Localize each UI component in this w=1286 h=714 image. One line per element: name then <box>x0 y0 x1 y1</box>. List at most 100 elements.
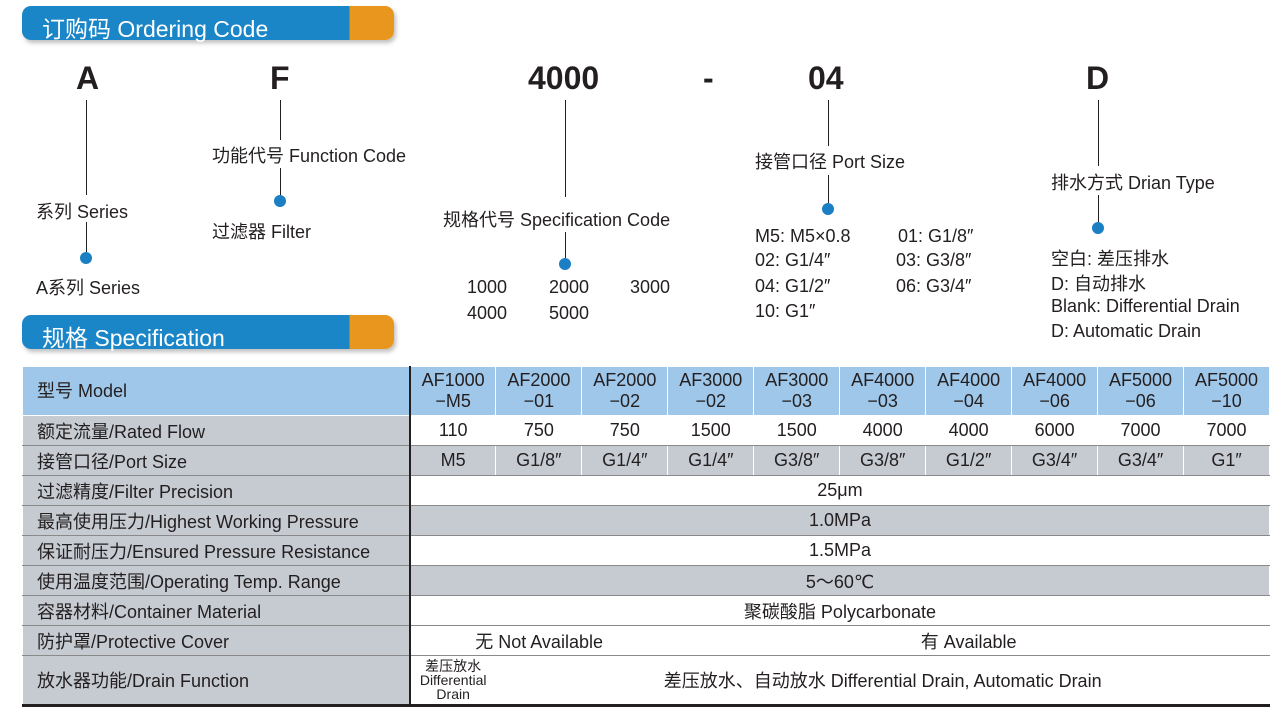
rated-flow-header: 额定流量/Rated Flow <box>21 415 411 446</box>
working-pressure-value: 1.0MPa <box>409 505 1270 536</box>
spec-value-2000: 2000 <box>549 277 590 297</box>
rated-flow-cell: 750 <box>495 415 583 446</box>
container-material-value: 聚碳酸脂 Polycarbonate <box>409 595 1270 626</box>
series-connector-line <box>86 100 87 195</box>
code-letter-series: A <box>76 60 100 96</box>
model-cell: AF4000 −06 <box>1011 366 1099 416</box>
working-pressure-header: 最高使用压力/Highest Working Pressure <box>21 505 411 536</box>
table-row-working-pressure: 最高使用压力/Highest Working Pressure 1.0MPa <box>21 505 1270 536</box>
spec-value-3000: 3000 <box>630 277 671 297</box>
temp-range-header: 使用温度范围/Operating Temp. Range <box>21 565 411 596</box>
code-drain: D <box>1086 60 1110 96</box>
drain-value-d-cn: D: 自动排水 <box>1051 274 1147 294</box>
port-size-cell: G3/8″ <box>839 445 927 476</box>
rated-flow-cell: 1500 <box>753 415 841 446</box>
model-cell: AF2000 −01 <box>495 366 583 416</box>
series-connector-line-2 <box>86 222 87 252</box>
drain-function-differential: 差压放水 Differential Drain <box>409 655 497 706</box>
port-size-cell: G1/4″ <box>581 445 669 476</box>
code-port: 04 <box>808 60 844 96</box>
port-size-cell: G1/4″ <box>667 445 755 476</box>
spec-dot <box>559 258 571 270</box>
function-value: 过滤器 Filter <box>212 222 311 242</box>
rated-flow-cell: 1500 <box>667 415 755 446</box>
series-value: A系列 Series <box>36 278 141 298</box>
model-cell: AF1000 −M5 <box>409 366 497 416</box>
port-value-03: 03: G3/8″ <box>896 250 972 270</box>
rated-flow-cell: 4000 <box>839 415 927 446</box>
rated-flow-cell: 6000 <box>1011 415 1099 446</box>
protective-cover-header: 防护罩/Protective Cover <box>21 625 411 656</box>
ordering-code-banner: 订购码 Ordering Code <box>22 6 394 42</box>
function-label: 功能代号 Function Code <box>212 146 407 166</box>
spec-value-5000: 5000 <box>549 303 590 323</box>
port-size-cell: G1/8″ <box>495 445 583 476</box>
function-connector-line-2 <box>280 168 281 195</box>
protective-cover-not-available: 无 Not Available <box>409 625 669 656</box>
port-value-10: 10: G1″ <box>755 301 816 321</box>
model-port-suffix: −06 <box>1039 391 1070 411</box>
model-name: AF3000 <box>765 370 829 390</box>
drain-function-header: 放水器功能/Drain Function <box>21 655 411 706</box>
port-value-02: 02: G1/4″ <box>755 250 831 270</box>
specification-table: 型号 Model AF1000 −M5 AF2000 −01 AF2000 −02 A… <box>21 366 1270 707</box>
temp-range-value: 5～60℃ <box>409 565 1270 596</box>
rated-flow-cell: 4000 <box>925 415 1013 446</box>
model-cell: AF2000 −02 <box>581 366 669 416</box>
drain-value-blank-en: Blank: Differential Drain <box>1051 296 1240 316</box>
model-port-suffix: −02 <box>695 391 727 411</box>
code-dash: - <box>703 60 714 96</box>
table-row-temp-range: 使用温度范围/Operating Temp. Range 5～60℃ <box>21 565 1270 596</box>
table-row-drain-function: 放水器功能/Drain Function 差压放水 Differential Dra… <box>21 655 1270 706</box>
model-name: AF4000 <box>851 370 915 390</box>
drain-dot <box>1092 222 1104 234</box>
model-name: AF2000 <box>593 370 657 390</box>
model-header: 型号 Model <box>21 366 411 416</box>
model-port-suffix: −02 <box>609 391 641 411</box>
filter-precision-header: 过滤精度/Filter Precision <box>21 475 411 506</box>
model-name: AF1000 <box>421 370 485 390</box>
function-dot <box>274 195 286 207</box>
filter-precision-value: 25μm <box>409 475 1270 506</box>
model-name: AF5000 <box>1109 370 1173 390</box>
rated-flow-cell: 110 <box>409 415 497 446</box>
code-letter-function: F <box>270 60 290 96</box>
model-port-suffix: −10 <box>1211 391 1242 411</box>
table-row-rated-flow: 额定流量/Rated Flow 110 750 750 1500 1500 40… <box>21 415 1270 446</box>
series-dot <box>80 252 92 264</box>
drain-first-line-3: Drain <box>436 686 470 702</box>
specification-banner: 规格 Specification <box>22 315 394 351</box>
rated-flow-cell: 7000 <box>1183 415 1270 446</box>
model-port-suffix: −06 <box>1125 391 1156 411</box>
port-size-cell: G3/4″ <box>1097 445 1185 476</box>
proof-pressure-header: 保证耐压力/Ensured Pressure Resistance <box>21 535 411 566</box>
model-name: AF2000 <box>507 370 571 390</box>
port-size-cell: G3/4″ <box>1011 445 1099 476</box>
drain-value-blank-cn: 空白: 差压排水 <box>1051 249 1170 269</box>
model-port-suffix: −M5 <box>435 391 471 411</box>
model-name: AF5000 <box>1194 370 1259 390</box>
model-name: AF3000 <box>679 370 743 390</box>
table-row-model: 型号 Model AF1000 −M5 AF2000 −01 AF2000 −02 A… <box>21 366 1270 416</box>
model-cell: AF5000 −06 <box>1097 366 1185 416</box>
port-value-m5: M5: M5×0.8 <box>755 226 851 246</box>
spec-connector-line <box>565 100 566 197</box>
spec-connector-line-2 <box>565 232 566 258</box>
function-connector-line <box>280 100 281 140</box>
port-dot <box>822 203 834 215</box>
drain-value-d-en: D: Automatic Drain <box>1051 321 1202 341</box>
model-cell: AF4000 −03 <box>839 366 927 416</box>
model-port-suffix: −01 <box>523 391 555 411</box>
model-port-suffix: −03 <box>867 391 898 411</box>
table-row-container-material: 容器材料/Container Material 聚碳酸脂 Polycarbona… <box>21 595 1270 626</box>
model-cell: AF3000 −03 <box>753 366 841 416</box>
specification-title: 规格 Specification <box>42 325 225 351</box>
series-label: 系列 Series <box>36 202 129 222</box>
port-value-04: 04: G1/2″ <box>755 276 831 296</box>
port-value-06: 06: G3/4″ <box>896 276 972 296</box>
rated-flow-cell: 7000 <box>1097 415 1185 446</box>
table-row-filter-precision: 过滤精度/Filter Precision 25μm <box>21 475 1270 506</box>
port-size-cell: M5 <box>409 445 497 476</box>
port-size-cell: G3/8″ <box>753 445 841 476</box>
protective-cover-available: 有 Available <box>667 625 1270 656</box>
